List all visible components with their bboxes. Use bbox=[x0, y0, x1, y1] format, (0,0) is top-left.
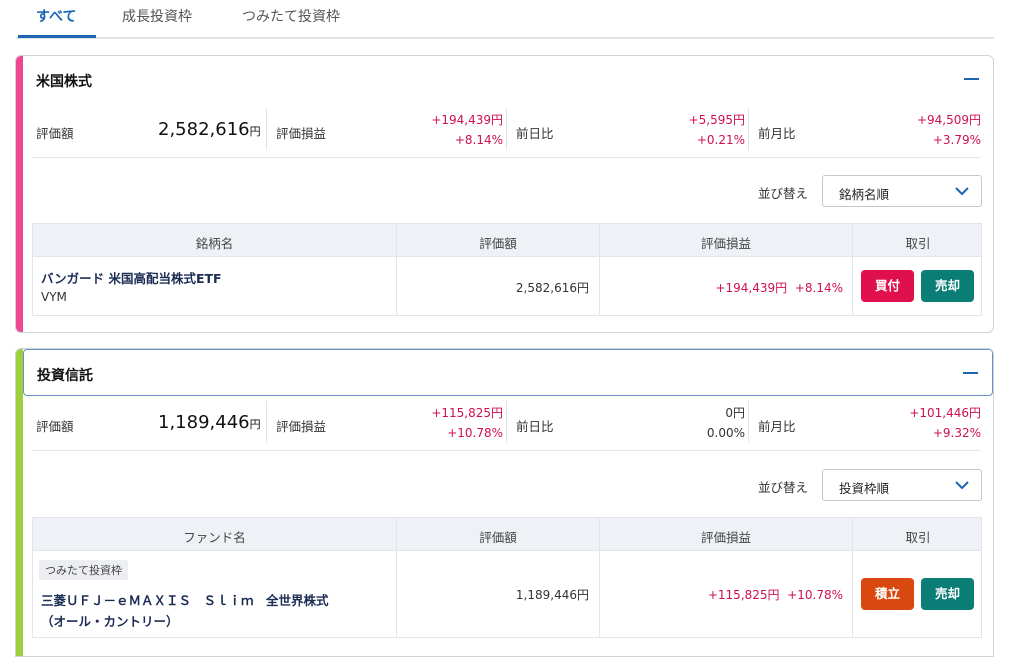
month-change-percent: +9.32% bbox=[932, 426, 981, 440]
section-header[interactable]: 投資信託 bbox=[23, 349, 993, 396]
value-label: 評価額 bbox=[36, 126, 74, 141]
value-label: 評価額 bbox=[36, 419, 74, 434]
minus-icon[interactable] bbox=[964, 78, 979, 80]
holding-value: 2,582,616円 bbox=[515, 281, 589, 295]
active-tab-indicator bbox=[18, 35, 96, 38]
sell-button[interactable]: 売却 bbox=[921, 578, 974, 610]
column-header-pl: 評価損益 bbox=[700, 530, 751, 545]
month-change-percent: +3.79% bbox=[932, 133, 981, 147]
holding-name[interactable]: バンガード 米国高配当株式ETF bbox=[41, 268, 222, 287]
sort-select-value: 銘柄名順 bbox=[839, 187, 890, 202]
month-change-amount: +101,446円 bbox=[909, 406, 981, 420]
tsumitate-button[interactable]: 積立 bbox=[861, 578, 914, 610]
month-change-amount: +94,509円 bbox=[916, 113, 981, 127]
column-header-trade: 取引 bbox=[905, 236, 931, 251]
column-header-value: 評価額 bbox=[479, 236, 517, 251]
account-type-badge: つみたて投資枠 bbox=[39, 560, 128, 580]
total-value: 1,189,446円 bbox=[158, 412, 261, 433]
day-change-percent: +0.21% bbox=[696, 133, 745, 147]
total-value: 2,582,616円 bbox=[158, 119, 261, 140]
sort-select-value: 投資枠順 bbox=[839, 481, 890, 496]
column-header-trade: 取引 bbox=[905, 530, 931, 545]
day-change-label: 前日比 bbox=[516, 419, 554, 434]
pl-label: 評価損益 bbox=[276, 126, 327, 141]
pl-percent: +10.78% bbox=[447, 426, 503, 440]
column-header-value: 評価額 bbox=[479, 530, 517, 545]
holding-pl: +115,825円 +10.78% bbox=[707, 588, 843, 602]
tab-tsumitate[interactable]: つみたて投資枠 bbox=[242, 6, 340, 26]
section-title: 投資信託 bbox=[37, 368, 93, 384]
summary-row: 評価額 2,582,616円 評価損益 +194,439円 +8.14% 前日比… bbox=[32, 106, 981, 158]
sort-select[interactable]: 投資枠順 bbox=[822, 469, 982, 501]
day-change-label: 前日比 bbox=[516, 126, 554, 141]
section-header[interactable]: 米国株式 bbox=[23, 56, 993, 103]
pl-label: 評価損益 bbox=[276, 419, 327, 434]
holding-code: VYM bbox=[41, 290, 67, 304]
month-change-label: 前月比 bbox=[758, 419, 796, 434]
column-header-name: 銘柄名 bbox=[195, 236, 234, 251]
summary-row: 評価額 1,189,446円 評価損益 +115,825円 +10.78% 前日… bbox=[32, 399, 981, 451]
tab-growth[interactable]: 成長投資枠 bbox=[122, 6, 192, 26]
tab-bar: すべて 成長投資枠 つみたて投資枠 bbox=[16, 0, 994, 39]
sort-label: 並び替え bbox=[758, 186, 809, 201]
column-header-name: ファンド名 bbox=[183, 530, 246, 545]
tab-all[interactable]: すべて bbox=[36, 6, 76, 26]
buy-button[interactable]: 買付 bbox=[861, 270, 914, 302]
section-us-stocks: 米国株式 評価額 2,582,616円 評価損益 +194,439円 +8.14… bbox=[15, 55, 994, 333]
table-header: 銘柄名 評価額 評価損益 取引 bbox=[33, 224, 981, 257]
section-accent-bar bbox=[16, 349, 23, 656]
holding-value: 1,189,446円 bbox=[515, 588, 589, 602]
section-mutual-funds: 投資信託 評価額 1,189,446円 評価損益 +115,825円 +10.7… bbox=[15, 348, 994, 657]
sort-select[interactable]: 銘柄名順 bbox=[822, 175, 982, 207]
holding-pl: +194,439円 +8.14% bbox=[715, 281, 843, 295]
sell-button[interactable]: 売却 bbox=[921, 270, 974, 302]
holdings-table: 銘柄名 評価額 評価損益 取引 バンガード 米国高配当株式ETF VYM 2,5… bbox=[32, 223, 982, 316]
pl-percent: +8.14% bbox=[454, 133, 503, 147]
section-title: 米国株式 bbox=[36, 74, 92, 90]
fund-name[interactable]: 三菱ＵＦＪ－ｅＭＡＸＩＳ Ｓｌｉｍ 全世界株式 bbox=[41, 590, 329, 609]
sort-label: 並び替え bbox=[758, 480, 809, 495]
pl-amount: +194,439円 bbox=[431, 113, 503, 127]
minus-icon[interactable] bbox=[963, 372, 978, 374]
month-change-label: 前月比 bbox=[758, 126, 796, 141]
column-header-pl: 評価損益 bbox=[700, 236, 751, 251]
chevron-down-icon bbox=[955, 187, 969, 196]
pl-amount: +115,825円 bbox=[431, 406, 503, 420]
day-change-amount: +5,595円 bbox=[688, 113, 745, 127]
holdings-table: ファンド名 評価額 評価損益 取引 つみたて投資枠 三菱ＵＦＪ－ｅＭＡＸＩＳ Ｓ… bbox=[32, 517, 982, 638]
day-change-percent: 0.00% bbox=[706, 426, 745, 440]
day-change-amount: 0円 bbox=[725, 406, 745, 420]
fund-name-line2[interactable]: （オール・カントリー） bbox=[41, 611, 179, 630]
section-accent-bar bbox=[16, 56, 23, 332]
table-header: ファンド名 評価額 評価損益 取引 bbox=[33, 518, 981, 551]
chevron-down-icon bbox=[955, 481, 969, 490]
